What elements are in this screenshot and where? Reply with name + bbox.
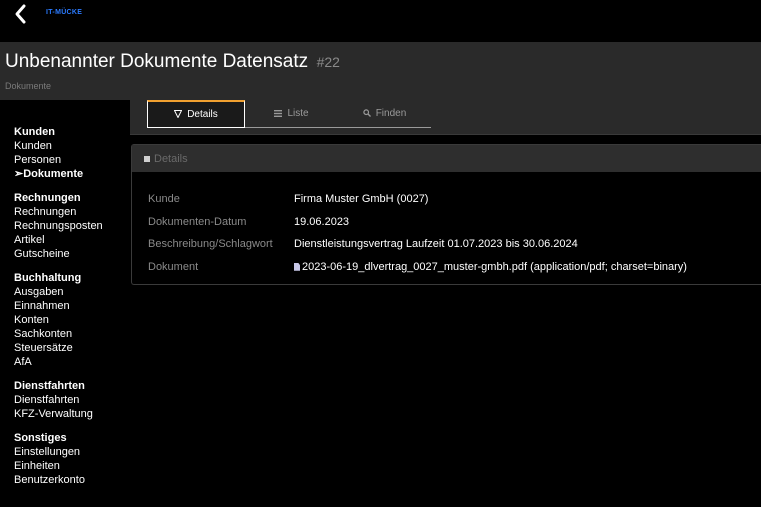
panel-header: Details bbox=[132, 145, 761, 172]
sidebar-item-steuersaetze[interactable]: Steuersätze bbox=[14, 341, 130, 355]
sidebar-item-sachkonten[interactable]: Sachkonten bbox=[14, 327, 130, 341]
record-id: #22 bbox=[316, 54, 340, 70]
sidebar-item-einnahmen[interactable]: Einnahmen bbox=[14, 299, 130, 313]
file-icon bbox=[294, 262, 300, 271]
details-panel: Details Kunde Firma Muster GmbH (0027) D… bbox=[131, 144, 761, 285]
sidebar-item-benutzerkonto[interactable]: Benutzerkonto bbox=[14, 473, 130, 487]
tab-finden[interactable]: Finden bbox=[338, 100, 431, 128]
document-filename: 2023-06-19_dlvertrag_0027_muster-gmbh.pd… bbox=[302, 260, 528, 273]
search-icon bbox=[363, 108, 371, 119]
nav-group-buchhaltung: Buchhaltung Ausgaben Einnahmen Konten Sa… bbox=[14, 271, 130, 369]
tabs: Details Liste Finden bbox=[147, 100, 431, 128]
nav-group-kunden: Kunden Kunden Personen ➢Dokumente bbox=[14, 125, 130, 181]
tab-details[interactable]: Details bbox=[147, 100, 245, 128]
nav-group-dienstfahrten: Dienstfahrten Dienstfahrten KFZ-Verwaltu… bbox=[14, 379, 130, 421]
field-row-datum: Dokumenten-Datum 19.06.2023 bbox=[148, 211, 761, 234]
field-row-beschreibung: Beschreibung/Schlagwort Dienstleistungsv… bbox=[148, 233, 761, 256]
breadcrumb[interactable]: Dokumente bbox=[5, 81, 51, 91]
field-value-dokument: 2023-06-19_dlvertrag_0027_muster-gmbh.pd… bbox=[294, 261, 687, 273]
field-row-dokument: Dokument 2023-06-19_dlvertrag_0027_muste… bbox=[148, 256, 761, 279]
sidebar-item-konten[interactable]: Konten bbox=[14, 313, 130, 327]
chevron-left-icon bbox=[15, 4, 26, 24]
nav-heading-sonstiges: Sonstiges bbox=[14, 432, 67, 444]
field-value-beschreibung: Dienstleistungsvertrag Laufzeit 01.07.20… bbox=[294, 238, 578, 251]
sidebar-item-gutscheine[interactable]: Gutscheine bbox=[14, 247, 130, 261]
sidebar-item-rechnungsposten[interactable]: Rechnungsposten bbox=[14, 219, 130, 233]
list-icon bbox=[274, 109, 283, 119]
document-mimetype: (application/pdf; charset=binary) bbox=[530, 260, 687, 273]
sidebar-item-personen[interactable]: Personen bbox=[14, 153, 130, 167]
nav-heading-buchhaltung: Buchhaltung bbox=[14, 272, 82, 284]
field-label-datum: Dokumenten-Datum bbox=[148, 215, 247, 228]
nav-group-rechnungen: Rechnungen Rechnungen Rechnungsposten Ar… bbox=[14, 191, 130, 261]
tab-liste[interactable]: Liste bbox=[245, 100, 338, 128]
top-bar: IT-MÜCKE bbox=[0, 0, 761, 42]
sidebar-item-kfz-verwaltung[interactable]: KFZ-Verwaltung bbox=[14, 407, 130, 421]
field-label-dokument: Dokument bbox=[148, 260, 199, 273]
field-row-kunde: Kunde Firma Muster GmbH (0027) bbox=[148, 188, 761, 211]
tab-finden-label: Finden bbox=[375, 108, 407, 119]
sidebar-item-dienstfahrten[interactable]: Dienstfahrten bbox=[14, 393, 130, 407]
sidebar-item-ausgaben[interactable]: Ausgaben bbox=[14, 285, 130, 299]
sidebar-item-rechnungen[interactable]: Rechnungen bbox=[14, 205, 130, 219]
sidebar-item-kunden[interactable]: Kunden bbox=[14, 139, 130, 153]
nav-heading-kunden: Kunden bbox=[14, 126, 55, 138]
field-label-beschreibung: Beschreibung/Schlagwort bbox=[148, 238, 273, 251]
sidebar-item-einstellungen[interactable]: Einstellungen bbox=[14, 445, 130, 459]
tab-liste-label: Liste bbox=[287, 108, 309, 119]
panel-title: Details bbox=[154, 152, 188, 165]
page-header: Unbenannter Dokumente Datensatz #22 Doku… bbox=[0, 42, 761, 100]
sidebar-item-afa[interactable]: AfA bbox=[14, 355, 130, 369]
brand-logo[interactable]: IT-MÜCKE bbox=[46, 9, 82, 16]
sidebar: Kunden Kunden Personen ➢Dokumente Rechnu… bbox=[0, 100, 130, 507]
field-value-kunde: Firma Muster GmbH (0027) bbox=[294, 193, 429, 206]
nav-heading-dienstfahrten: Dienstfahrten bbox=[14, 380, 85, 392]
main-content: Details Liste Finden Details Kunde Firma… bbox=[130, 100, 761, 507]
tab-bar: Details Liste Finden bbox=[130, 100, 761, 135]
collapse-icon[interactable] bbox=[144, 155, 150, 162]
sidebar-item-artikel[interactable]: Artikel bbox=[14, 233, 130, 247]
tab-details-label: Details bbox=[187, 109, 218, 120]
sidebar-item-einheiten[interactable]: Einheiten bbox=[14, 459, 130, 473]
back-button[interactable] bbox=[8, 2, 34, 26]
document-file-link[interactable]: 2023-06-19_dlvertrag_0027_muster-gmbh.pd… bbox=[294, 261, 527, 273]
field-value-datum: 19.06.2023 bbox=[294, 215, 350, 228]
field-list: Kunde Firma Muster GmbH (0027) Dokumente… bbox=[132, 172, 761, 278]
field-label-kunde: Kunde bbox=[148, 193, 180, 206]
page-title: Unbenannter Dokumente Datensatz bbox=[5, 51, 309, 72]
nav-group-sonstiges: Sonstiges Einstellungen Einheiten Benutz… bbox=[14, 431, 130, 487]
title-row: Unbenannter Dokumente Datensatz #22 bbox=[5, 51, 340, 73]
sidebar-item-dokumente[interactable]: ➢Dokumente bbox=[14, 167, 130, 181]
filter-icon bbox=[173, 109, 183, 120]
nav-heading-rechnungen: Rechnungen bbox=[14, 192, 81, 204]
